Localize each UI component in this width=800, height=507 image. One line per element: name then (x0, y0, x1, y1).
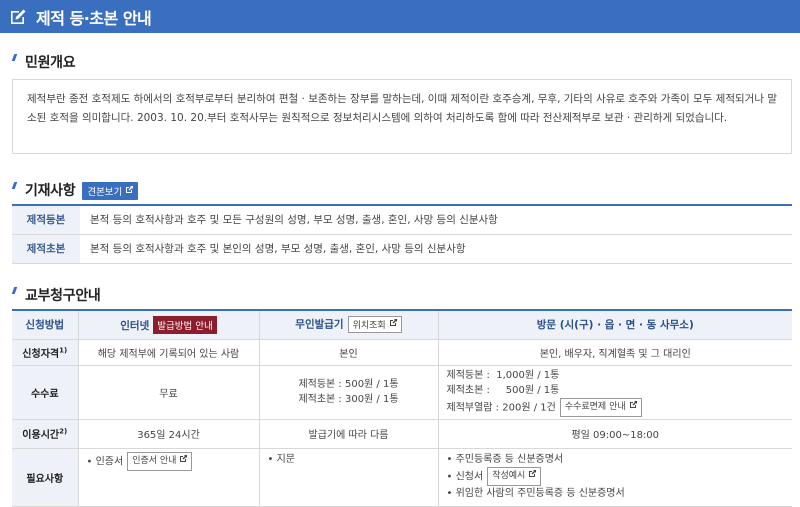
cell: • 지문 (258, 447, 439, 507)
fee-exemption-button[interactable]: 수수료면제 안내 (559, 397, 642, 417)
col-method: 신청방법 (12, 310, 79, 340)
cell: 제적등본 : 1,000원 / 1통 제적초본 : 500원 / 1통 제적부열… (437, 364, 792, 420)
overview-text: 제적부란 종전 호적제도 하에서의 호적부로부터 분리하여 편철 · 보존하는 … (27, 93, 777, 124)
table-row: 제적등본 본적 등의 호적사항과 호주 및 모든 구성원의 성명, 부모 성명,… (12, 205, 792, 235)
cell: 제적등본 : 500원 / 1통 제적초본 : 300원 / 1통 (258, 364, 439, 420)
row-label: 제적등본 (12, 205, 80, 235)
row-value: 본적 등의 호적사항과 호주 및 본인의 성명, 부모 성명, 출생, 혼인, … (80, 234, 792, 264)
row-label: 수수료 (12, 364, 79, 420)
page-title: 제적 등·초본 안내 (36, 8, 152, 28)
col-visit: 방문 (시(구) · 읍 · 면 · 동 사무소) (437, 310, 792, 340)
section-overview-title: 민원개요 (11, 52, 76, 72)
cell: 본인, 배우자, 직계혈족 및 그 대리인 (437, 338, 792, 366)
form-example-button[interactable]: 작성예시 (487, 466, 542, 486)
table-row: 신청자격1) 해당 제적부에 기록되어 있는 사람 본인 본인, 배우자, 직계… (12, 338, 792, 366)
section-issuance-title: 교부청구안내 (11, 285, 101, 305)
entries-table: 제적등본 본적 등의 호적사항과 호주 및 모든 구성원의 성명, 부모 성명,… (12, 204, 792, 264)
row-label: 신청자격1) (12, 338, 79, 366)
table-row: 이용시간2) 365일 24시간 발급기에 따라 다름 평일 09:00~18:… (12, 418, 792, 449)
cell: 365일 24시간 (77, 418, 260, 449)
external-link-icon (528, 469, 537, 484)
table-row: 제적초본 본적 등의 호적사항과 호주 및 본인의 성명, 부모 성명, 출생,… (12, 234, 792, 264)
row-value: 본적 등의 호적사항과 호주 및 모든 구성원의 성명, 부모 성명, 출생, … (80, 205, 792, 235)
cell: 무료 (77, 364, 260, 420)
col-kiosk: 무인발급기 위치조회 (258, 310, 439, 340)
row-label: 이용시간2) (12, 418, 79, 449)
cell: 해당 제적부에 기록되어 있는 사람 (77, 338, 260, 366)
external-link-icon (389, 319, 397, 330)
issue-method-badge[interactable]: 발급방법 안내 (153, 315, 217, 334)
cell: 발급기에 따라 다름 (258, 418, 439, 449)
external-link-icon (179, 454, 188, 469)
cell: 본인 (258, 338, 439, 366)
sample-view-button[interactable]: 견본보기 (82, 182, 139, 200)
col-internet: 인터넷 발급방법 안내 (77, 310, 260, 340)
cell: • 주민등록증 등 신분증명서 • 신청서 작성예시 • 위임한 사람의 주민등록… (437, 447, 792, 507)
cell: 평일 09:00~18:00 (437, 418, 792, 449)
page-header: 제적 등·초본 안내 (0, 0, 800, 33)
external-link-icon (629, 400, 637, 415)
certificate-guide-button[interactable]: 인증서 안내 (127, 451, 193, 471)
issuance-table: 신청방법 인터넷 발급방법 안내 무인발급기 위치조회 방문 (시(구) · 읍 ·… (12, 309, 792, 507)
edit-icon (8, 7, 28, 27)
overview-box: 제적부란 종전 호적제도 하에서의 호적부로부터 분리하여 편철 · 보존하는 … (12, 79, 792, 154)
section-entries-title: 기재사항 견본보기 (11, 180, 139, 200)
row-label: 필요사항 (12, 447, 79, 507)
location-search-button[interactable]: 위치조회 (347, 316, 402, 334)
table-row: 필요사항 • 인증서 인증서 안내 • 지문 • 주민등록증 등 신분증명서 • … (12, 447, 792, 507)
cell: • 인증서 인증서 안내 (77, 447, 260, 507)
table-row: 수수료 무료 제적등본 : 500원 / 1통 제적초본 : 300원 / 1통 … (12, 364, 792, 420)
row-label: 제적초본 (12, 234, 80, 264)
external-link-icon (125, 185, 134, 197)
